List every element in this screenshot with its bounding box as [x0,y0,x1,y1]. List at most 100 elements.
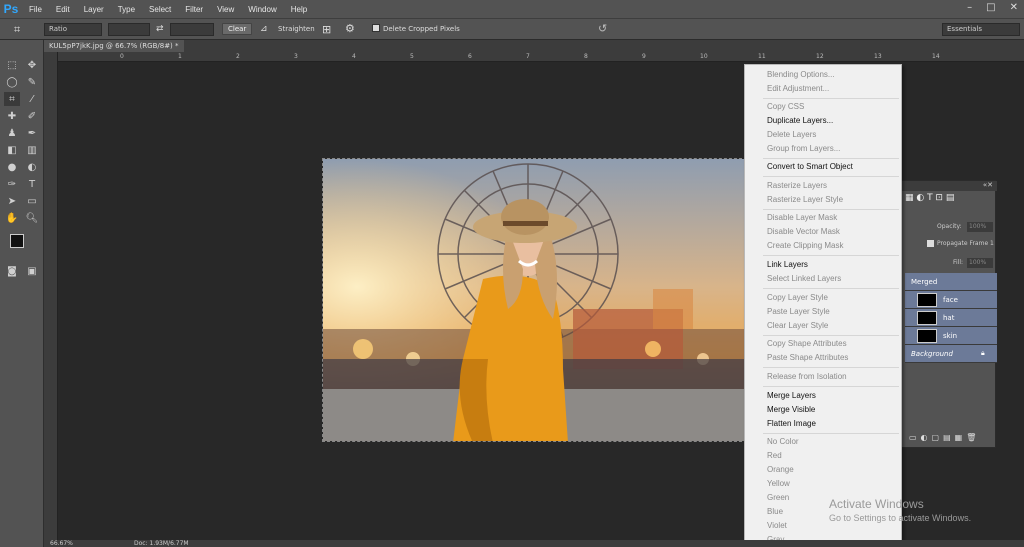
screen-mode-icon[interactable]: ▣ [24,264,40,278]
menu-edit-adjustment[interactable]: Edit Adjustment... [767,84,829,93]
menu-select-linked-layers[interactable]: Select Linked Layers [767,274,841,283]
move-tool-icon[interactable]: ✥ [24,58,40,72]
menu-separator [763,335,899,336]
lasso-tool-icon[interactable]: ◯ [4,75,20,89]
blur-icon[interactable]: ● [4,160,20,174]
menu-select[interactable]: Select [142,5,178,14]
layer-actions-bar[interactable]: ▭◐▢▤▦🗑︎ [901,431,997,445]
zoom-level[interactable]: 66.67% [50,540,73,547]
layer-row-merged[interactable]: Merged [905,273,997,291]
menu-rasterize-layers[interactable]: Rasterize Layers [767,181,827,190]
menu-copy-layer-style[interactable]: Copy Layer Style [767,293,828,302]
reset-icon[interactable]: ↺ [598,22,607,35]
pen-tool-icon[interactable]: ✑ [4,177,20,191]
document-tab[interactable]: KUL5pP7jkK.jpg @ 66.7% (RGB/8#) * [44,40,184,52]
menu-blending-options[interactable]: Blending Options... [767,70,835,79]
menu-help[interactable]: Help [284,5,314,14]
menu-disable-layer-mask[interactable]: Disable Layer Mask [767,213,837,222]
grid-overlay-icon[interactable]: ⊞ [322,23,331,36]
delete-cropped-checkbox[interactable] [372,24,380,32]
quick-select-icon[interactable]: ✎ [24,75,40,89]
fill-field[interactable]: 100% [967,258,993,268]
menu-filter[interactable]: Filter [178,5,210,14]
menu-disable-vector-mask[interactable]: Disable Vector Mask [767,227,840,236]
menu-color-blue[interactable]: Blue [767,507,783,516]
quick-mask-icon[interactable]: ◙ [4,264,20,278]
menu-color-violet[interactable]: Violet [767,521,787,530]
marquee-tool-icon[interactable]: ⬚ [4,58,20,72]
ratio-select[interactable]: Ratio [44,23,102,36]
menu-convert-smart-object[interactable]: Convert to Smart Object [767,162,853,171]
minimize-button[interactable]: – [967,2,972,13]
menu-create-clipping-mask[interactable]: Create Clipping Mask [767,241,843,250]
menu-edit[interactable]: Edit [49,5,77,14]
status-bar: 66.67% Doc: 1.93M/6.77M [44,540,1024,547]
menu-merge-layers[interactable]: Merge Layers [767,391,816,400]
menu-color-yellow[interactable]: Yellow [767,479,790,488]
menu-file[interactable]: File [22,5,49,14]
collapse-icon[interactable]: «✕ [983,181,993,189]
menu-view[interactable]: View [210,5,241,14]
ruler-horizontal: 0 1 2 3 4 5 6 7 8 9 10 11 12 13 14 [58,52,1024,62]
gear-icon[interactable]: ⚙ [345,22,355,35]
menu-color-red[interactable]: Red [767,451,782,460]
brush-tool-icon[interactable]: ✐ [24,109,40,123]
menu-window[interactable]: Window [241,5,283,14]
foreground-color-swatch[interactable] [10,234,24,248]
menu-layer[interactable]: Layer [77,5,111,14]
menu-paste-layer-style[interactable]: Paste Layer Style [767,307,830,316]
type-tool-icon[interactable]: T [24,177,40,191]
menu-color-green[interactable]: Green [767,493,789,502]
menu-release-from-isolation[interactable]: Release from Isolation [767,372,847,381]
opacity-label: Opacity: [937,223,962,230]
document-image[interactable] [322,158,747,442]
crop-icon[interactable]: ⌗ [14,23,20,37]
path-select-icon[interactable]: ➤ [4,194,20,208]
close-button[interactable]: ✕ [1010,2,1018,13]
menu-color-none[interactable]: No Color [767,437,799,446]
layer-name: Merged [911,278,938,286]
width-field[interactable] [108,23,150,36]
eraser-icon[interactable]: ◧ [4,143,20,157]
maximize-button[interactable]: □ [986,2,995,13]
eyedropper-icon[interactable]: ⁄ [24,92,40,106]
height-field[interactable] [170,23,214,36]
menu-duplicate-layers[interactable]: Duplicate Layers... [767,116,833,125]
workspace-select[interactable]: Essentials [942,23,1020,36]
dodge-icon[interactable]: ◐ [24,160,40,174]
fill-label: Fill: [953,259,964,266]
layer-row-hat[interactable]: hat [905,309,997,327]
menu-clear-layer-style[interactable]: Clear Layer Style [767,321,828,330]
zoom-tool-icon[interactable]: 🔍︎ [24,211,40,225]
clone-stamp-icon[interactable]: ♟ [4,126,20,140]
layer-row-face[interactable]: face [905,291,997,309]
opacity-field[interactable]: 100% [967,222,993,232]
straighten-icon[interactable]: ⊿ [260,24,268,34]
ruler-tick: 5 [410,53,414,60]
menu-copy-css[interactable]: Copy CSS [767,102,804,111]
menu-copy-shape-attributes[interactable]: Copy Shape Attributes [767,339,847,348]
menu-group-from-layers[interactable]: Group from Layers... [767,144,840,153]
menu-rasterize-layer-style[interactable]: Rasterize Layer Style [767,195,843,204]
gradient-icon[interactable]: ▥ [24,143,40,157]
hand-tool-icon[interactable]: ✋ [4,211,20,225]
shape-tool-icon[interactable]: ▭ [24,194,40,208]
clear-button[interactable]: Clear [222,23,253,35]
healing-brush-icon[interactable]: ✚ [4,109,20,123]
menu-link-layers[interactable]: Link Layers [767,260,808,269]
propagate-checkbox[interactable] [927,240,934,247]
menu-type[interactable]: Type [111,5,142,14]
menu-delete-layers[interactable]: Delete Layers [767,130,816,139]
history-brush-icon[interactable]: ✒ [24,126,40,140]
crop-tool-icon[interactable]: ⌗ [4,92,20,106]
menu-flatten-image[interactable]: Flatten Image [767,419,816,428]
menu-paste-shape-attributes[interactable]: Paste Shape Attributes [767,353,848,362]
menu-separator [763,288,899,289]
layer-row-skin[interactable]: skin [905,327,997,345]
layer-row-background[interactable]: Background 🔒︎ [905,345,997,363]
menu-color-orange[interactable]: Orange [767,465,794,474]
layer-filter-icons[interactable]: ▦ ◐ T ⊡ ▤ [901,191,997,205]
menu-merge-visible[interactable]: Merge Visible [767,405,815,414]
straighten-label[interactable]: Straighten [278,25,315,33]
swap-icon[interactable]: ⇄ [156,24,164,34]
